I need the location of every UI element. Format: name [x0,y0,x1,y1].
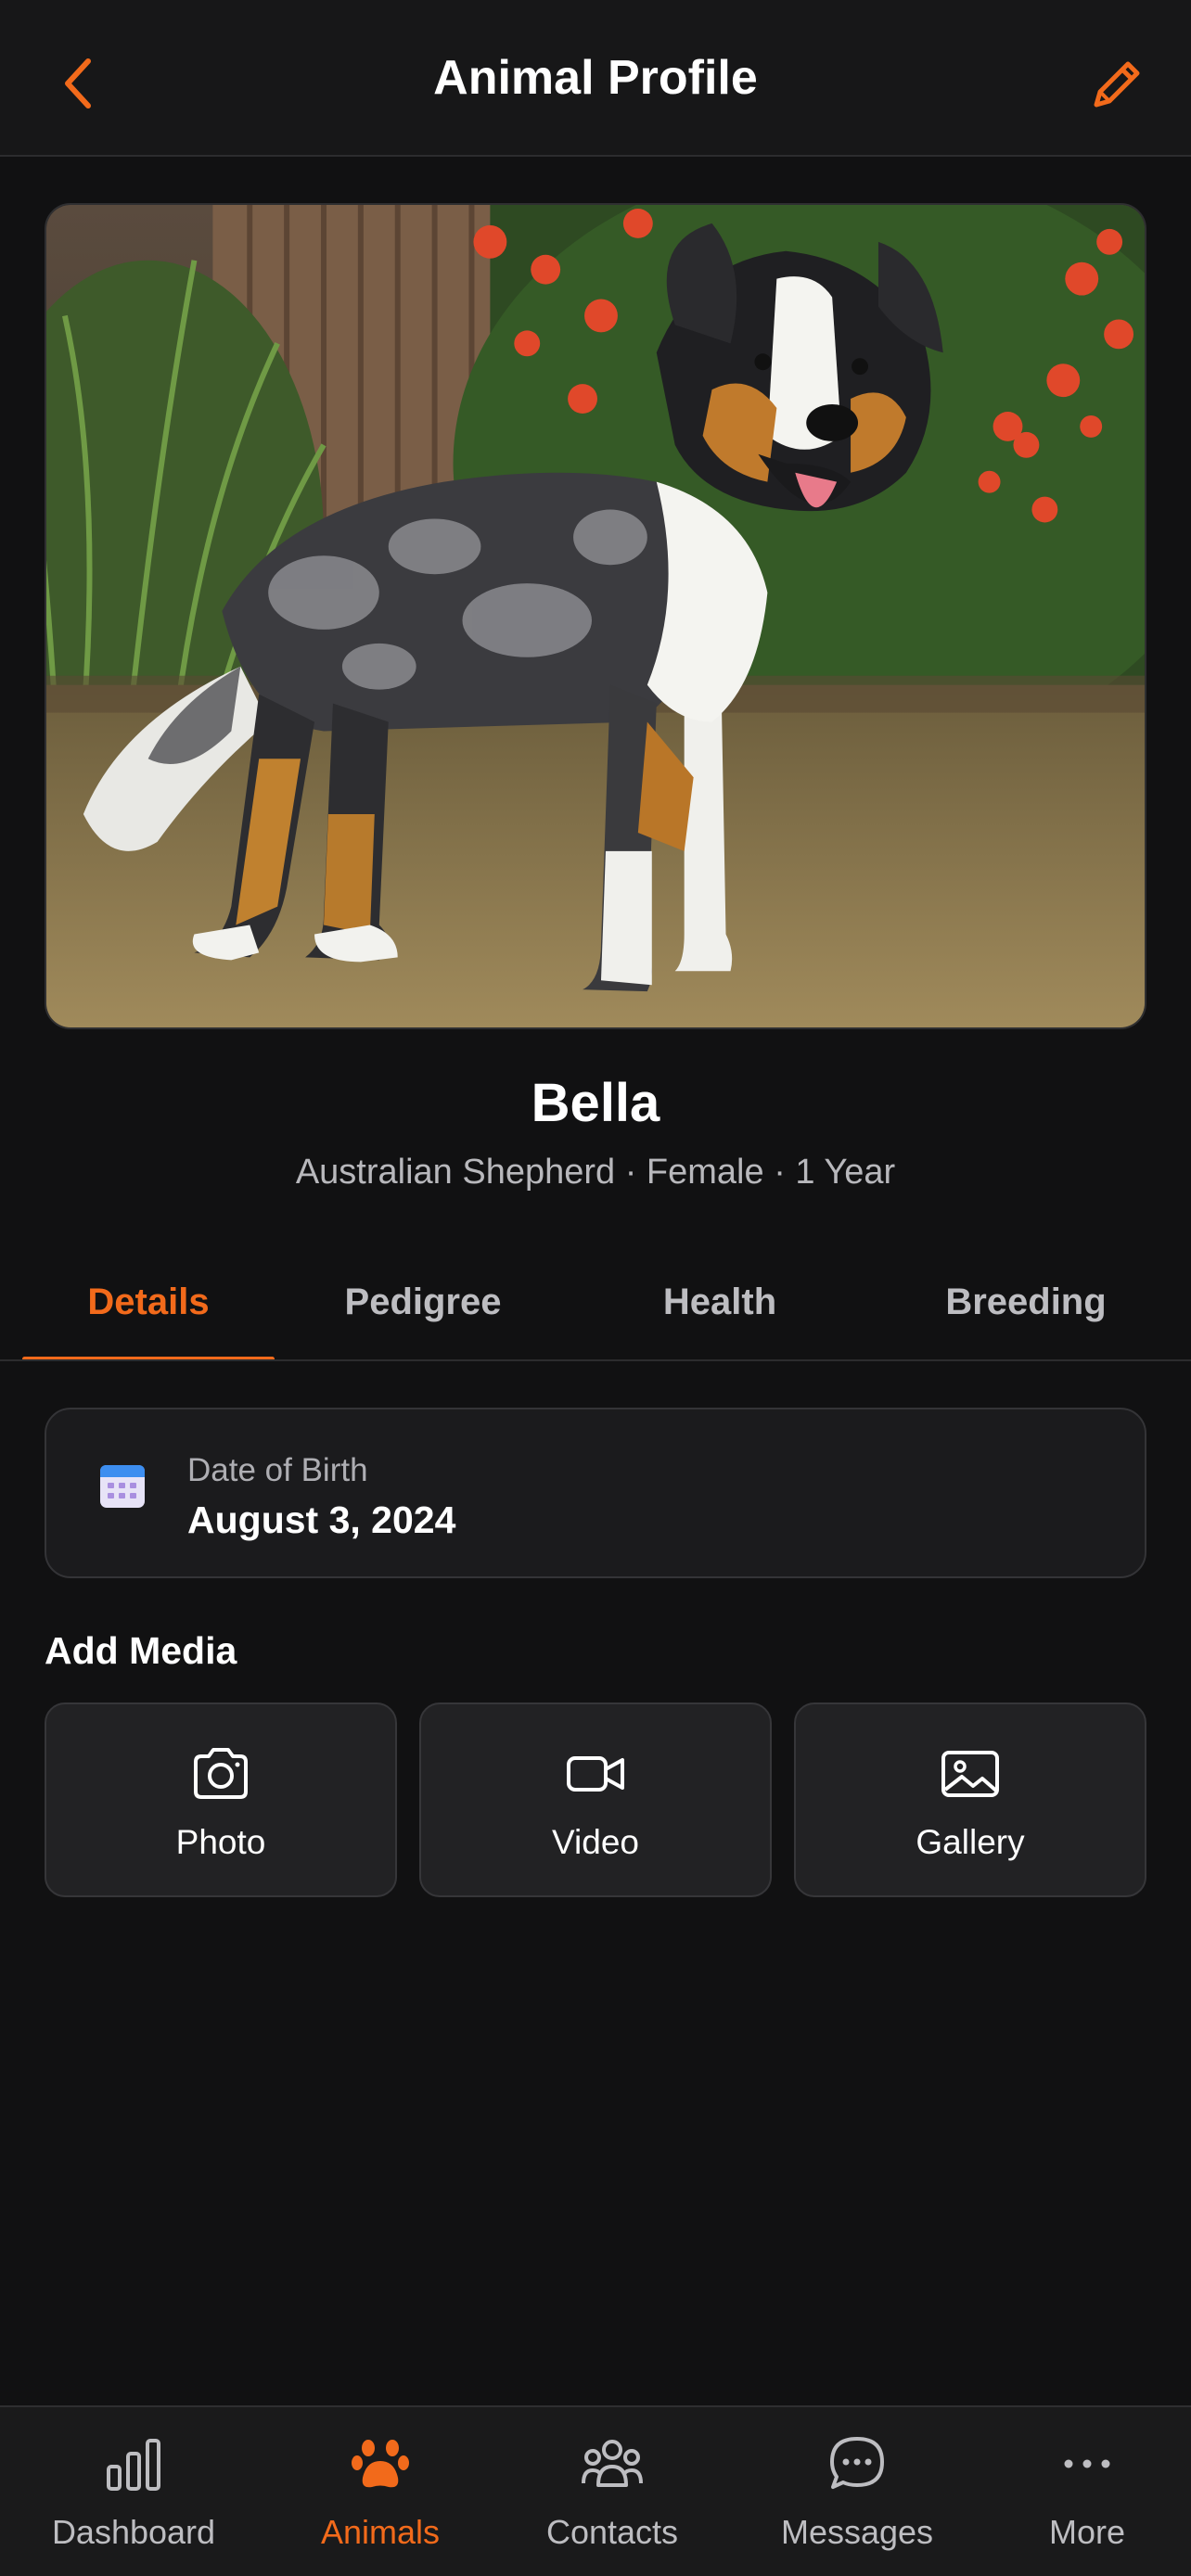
tab-details[interactable]: Details [22,1261,275,1361]
nav-animals[interactable]: Animals [262,2407,499,2576]
tab-breeding[interactable]: Breeding [868,1261,1184,1361]
bar-chart-icon [107,2439,160,2491]
nav-dashboard[interactable]: Dashboard [15,2407,252,2576]
nav-label: Messages [780,2513,934,2551]
paw-icon [352,2440,409,2488]
nav-messages[interactable]: Messages [738,2407,976,2576]
dog-photo-illustration [46,205,1145,1027]
page-title: Animal Profile [433,51,758,105]
video-camera-icon [567,1756,624,1792]
more-dots-icon [1064,2459,1110,2468]
dob-value: August 3, 2024 [187,1498,456,1541]
nav-more[interactable]: More [968,2407,1191,2576]
edit-button[interactable] [1080,45,1154,124]
add-gallery-button[interactable]: Gallery [794,1702,1146,1897]
pencil-icon [1094,61,1140,108]
tabs-divider [0,1359,1191,1361]
nav-contacts[interactable]: Contacts [493,2407,731,2576]
app-header: Animal Profile [0,0,1191,157]
people-icon [582,2440,643,2487]
animal-photo[interactable] [45,203,1146,1029]
nav-label: Dashboard [51,2513,216,2551]
nav-label: More [1048,2513,1126,2551]
bottom-navigation: Dashboard Animals Contacts Messages More [0,2405,1191,2576]
image-icon [941,1751,999,1797]
video-label: Video [552,1823,639,1861]
add-video-button[interactable]: Video [419,1702,772,1897]
add-media-title: Add Media [45,1629,237,1672]
chat-bubble-icon [830,2437,884,2489]
tab-pedigree[interactable]: Pedigree [275,1261,571,1361]
gallery-label: Gallery [916,1823,1025,1861]
photo-label: Photo [175,1823,266,1861]
tab-health[interactable]: Health [571,1261,868,1361]
date-of-birth-card: Date of Birth August 3, 2024 [45,1408,1146,1578]
animal-name: Bella [531,1073,660,1133]
profile-tabs: Details Pedigree Health Breeding [22,1261,1191,1361]
calendar-icon [100,1465,145,1508]
nav-label: Animals [320,2513,441,2551]
add-media-buttons: Photo Video Gallery [45,1702,1146,1897]
animal-summary: Australian Shepherd · Female · 1 Year [295,1153,896,1192]
camera-icon [194,1748,248,1799]
nav-label: Contacts [545,2513,679,2551]
dob-label: Date of Birth [187,1452,368,1488]
animal-profile-screen: Animal Profile Bella Australian Shepherd… [0,0,1191,2576]
add-photo-button[interactable]: Photo [45,1702,397,1897]
